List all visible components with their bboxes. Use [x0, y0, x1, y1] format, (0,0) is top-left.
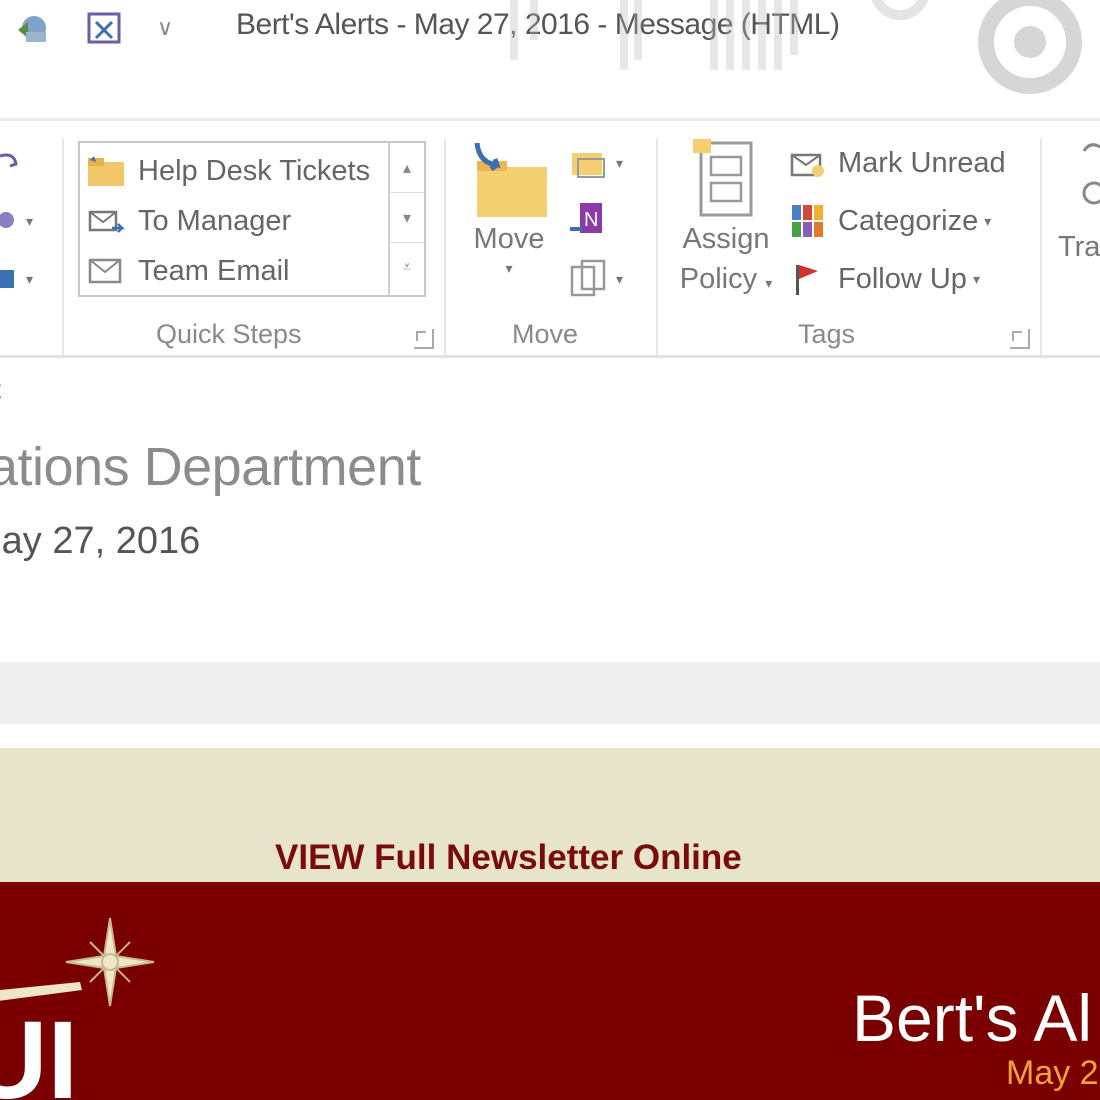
move-group-label: Move [512, 319, 579, 349]
quick-step-help-desk-tickets[interactable]: Help Desk Tickets [86, 147, 386, 195]
title-decoration-ring [870, 0, 930, 20]
assign-policy-button[interactable]: Assign Policy ▾ [672, 139, 780, 303]
categorize-button[interactable]: Categorize ▾ [790, 197, 991, 245]
scroll-up-icon[interactable]: ▴ [390, 143, 424, 193]
quick-steps-scrollbar[interactable]: ▴ ▾ ⩡ [388, 143, 424, 295]
assign-policy-label-1: Assign [682, 223, 770, 255]
tags-group-label: Tags [798, 319, 856, 349]
university-logo: UI [0, 917, 155, 1100]
chevron-down-icon: ▾ [765, 275, 773, 291]
quick-step-label: Team Email [138, 254, 290, 287]
onenote-button[interactable]: N [568, 197, 632, 241]
chevron-down-icon: ▾ [984, 212, 992, 229]
title-decoration [510, 0, 830, 70]
chevron-down-icon: ▾ [616, 154, 624, 171]
move-folder-icon [474, 142, 547, 217]
actions-icon [570, 259, 606, 297]
customize-quick-access-button[interactable]: ∨ [150, 10, 180, 46]
svg-text:N: N [584, 209, 598, 231]
more-icon [0, 270, 14, 288]
actions-button[interactable]: ▾ [568, 257, 632, 301]
flag-icon [796, 265, 818, 295]
sender-name[interactable]: ations Department [0, 436, 421, 498]
logo-text: UI [0, 999, 78, 1100]
reply-button-partial[interactable] [0, 141, 46, 185]
newsletter-banner: UI Bert's Al May 2 [0, 882, 1100, 1100]
chevron-down-icon: ▾ [616, 270, 624, 287]
title-bar: ∨ Bert's Alerts - May 27, 2016 - Message… [0, 0, 1100, 118]
quick-steps-group-label: Quick Steps [156, 319, 302, 349]
group-separator [1040, 139, 1042, 355]
quick-step-to-manager[interactable]: To Manager [86, 197, 386, 245]
rules-button[interactable]: ▾ [568, 141, 632, 185]
tags-dialog-launcher-icon[interactable] [1010, 329, 1030, 349]
scroll-down-icon[interactable]: ▾ [390, 193, 424, 243]
group-separator [62, 139, 64, 355]
chevron-down-icon: ▾ [505, 260, 513, 276]
mark-unread-button[interactable]: Mark Unread [790, 139, 1006, 187]
chevron-down-icon: ▾ [26, 270, 34, 287]
title-decoration-circle [978, 0, 1082, 94]
categorize-icon [792, 205, 823, 237]
quick-step-team-email[interactable]: Team Email [86, 247, 386, 295]
follow-up-button[interactable]: Follow Up ▾ [790, 255, 980, 303]
group-separator [444, 139, 446, 355]
categorize-label: Categorize [838, 204, 979, 237]
chevron-down-icon: ▾ [972, 270, 980, 287]
meeting-button-partial[interactable]: ▾ [0, 199, 46, 243]
newsletter-date: May 2 [1006, 1054, 1099, 1092]
forward-mail-icon [88, 210, 126, 233]
move-button[interactable]: Move ▾ [462, 139, 556, 277]
reply-all-icon[interactable] [10, 6, 54, 50]
quick-step-label: Help Desk Tickets [138, 154, 371, 187]
quick-steps-dialog-launcher-icon[interactable] [414, 329, 434, 349]
sent-date: May 27, 2016 [0, 520, 201, 562]
follow-up-label: Follow Up [838, 262, 967, 295]
expand-gallery-icon[interactable]: ⩡ [390, 243, 424, 293]
mark-unread-label: Mark Unread [838, 146, 1006, 179]
translate-button-label[interactable]: Tra [1058, 231, 1100, 264]
folder-star-icon [88, 156, 124, 186]
move-button-label: Move [473, 223, 545, 255]
meeting-icon [0, 212, 14, 228]
chevron-down-icon: ▾ [26, 212, 34, 229]
reply-icon [0, 153, 18, 168]
ribbon: ▾ ▾ Help Desk Tickets To Manager Team Em… [0, 118, 1100, 358]
delete-flag-icon[interactable] [82, 6, 126, 50]
quick-step-label: To Manager [138, 204, 292, 237]
mark-unread-icon [790, 153, 824, 177]
infobar [0, 662, 1100, 724]
team-mail-icon [88, 258, 122, 284]
onenote-icon: N [570, 203, 602, 233]
assign-policy-label-2-text: Policy [679, 263, 758, 295]
assign-policy-label-2: Policy ▾ [680, 259, 772, 303]
assign-policy-icon [693, 139, 753, 217]
view-full-newsletter-link[interactable]: VIEW Full Newsletter Online [275, 838, 742, 878]
translate-icon[interactable] [1074, 141, 1100, 211]
header-field-label: t [0, 374, 1, 405]
more-respond-button-partial[interactable]: ▾ [0, 257, 46, 301]
quick-steps-gallery: Help Desk Tickets To Manager Team Email … [78, 141, 426, 297]
group-separator [656, 139, 658, 355]
rules-icon [572, 153, 605, 178]
newsletter-title: Bert's Al [852, 981, 1093, 1055]
